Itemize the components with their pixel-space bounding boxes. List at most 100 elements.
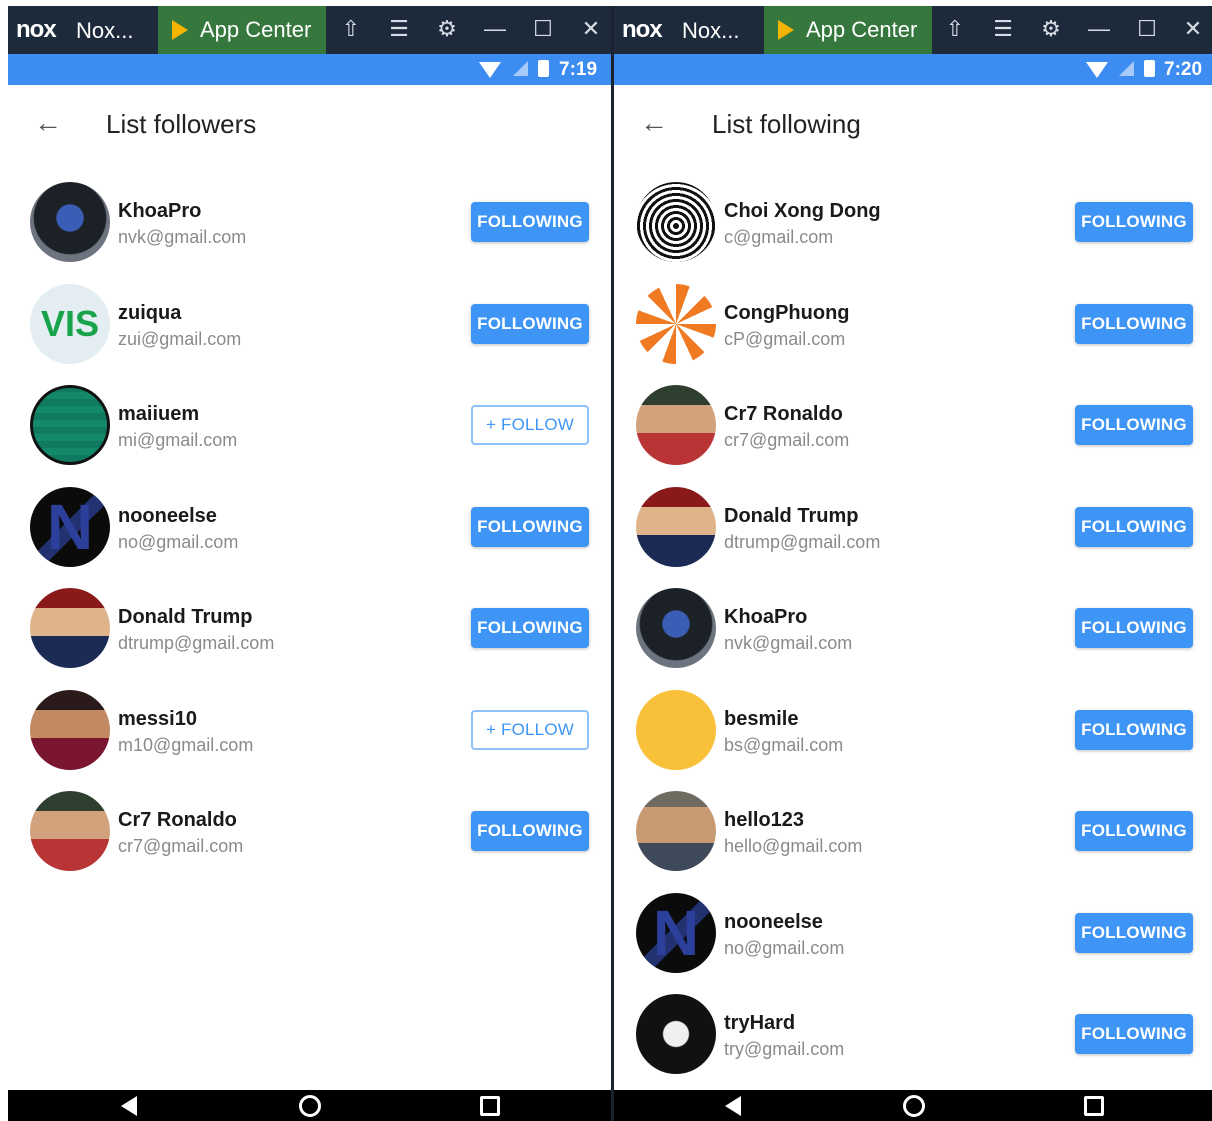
user-email: cr7@gmail.com bbox=[118, 836, 244, 856]
following-button[interactable]: FOLLOWING bbox=[471, 608, 589, 648]
list-item[interactable]: Donald Trump dtrump@gmail.com FOLLOWING bbox=[614, 470, 1212, 572]
nav-recent-icon[interactable] bbox=[480, 1096, 500, 1116]
followers-window: nox Nox... App Center ⇧ ☰ ⚙ — ☐ ✕ 7:19 ←… bbox=[8, 0, 611, 1121]
list-item[interactable]: Cr7 Ronaldo cr7@gmail.com FOLLOWING bbox=[8, 774, 611, 876]
avatar: N bbox=[30, 486, 110, 567]
user-name: KhoaPro bbox=[724, 606, 808, 628]
avatar bbox=[636, 182, 716, 262]
user-email: nvk@gmail.com bbox=[724, 633, 853, 653]
maximize-icon[interactable]: ☐ bbox=[530, 16, 556, 42]
user-email: m10@gmail.com bbox=[118, 734, 254, 755]
list-item[interactable]: Donald Trump dtrump@gmail.com FOLLOWING bbox=[8, 571, 611, 673]
play-store-icon bbox=[172, 20, 188, 40]
avatar-text: N bbox=[46, 490, 94, 563]
avatar bbox=[30, 791, 110, 871]
list-item[interactable]: tryHard try@gmail.com FOLLOWING bbox=[614, 977, 1212, 1079]
settings-icon[interactable]: ⚙ bbox=[434, 16, 460, 42]
menu-icon[interactable]: ☰ bbox=[990, 16, 1016, 42]
app-bar: ← List following bbox=[614, 85, 1212, 165]
window-name: Nox... bbox=[682, 18, 740, 43]
user-email: hello@gmail.com bbox=[724, 836, 863, 856]
minimize-icon[interactable]: — bbox=[482, 16, 508, 42]
minimize-icon[interactable]: — bbox=[1086, 16, 1112, 42]
shirt-icon[interactable]: ⇧ bbox=[942, 16, 968, 42]
user-name: maiiuem bbox=[118, 403, 200, 425]
app-center-label: App Center bbox=[200, 17, 312, 42]
close-icon[interactable]: ✕ bbox=[578, 16, 604, 42]
page-title: List following bbox=[712, 109, 861, 139]
following-button[interactable]: FOLLOWING bbox=[1075, 709, 1193, 750]
app-center-button[interactable]: App Center bbox=[764, 6, 932, 54]
following-button[interactable]: FOLLOWING bbox=[471, 506, 589, 547]
following-window: nox Nox... App Center ⇧ ☰ ⚙ — ☐ ✕ 7:20 ←… bbox=[614, 0, 1212, 1121]
user-name: besmile bbox=[724, 707, 799, 730]
following-button[interactable]: FOLLOWING bbox=[471, 811, 589, 851]
list-item[interactable]: KhoaPro nvk@gmail.com FOLLOWING bbox=[8, 165, 611, 267]
back-arrow-icon[interactable]: ← bbox=[640, 109, 668, 137]
list-item[interactable]: CongPhuong cP@gmail.com FOLLOWING bbox=[614, 267, 1212, 369]
list-item[interactable]: VIS zuiqua zui@gmail.com FOLLOWING bbox=[8, 267, 611, 369]
maximize-icon[interactable]: ☐ bbox=[1134, 16, 1160, 42]
user-name: hello123 bbox=[724, 809, 805, 831]
list-item[interactable]: messi10 m10@gmail.com + FOLLOW bbox=[8, 673, 611, 775]
android-nav-bar bbox=[614, 1090, 1212, 1121]
menu-icon[interactable]: ☰ bbox=[386, 16, 412, 42]
user-name: nooneelse bbox=[118, 504, 217, 527]
wifi-icon bbox=[1086, 62, 1108, 78]
user-name: messi10 bbox=[118, 707, 197, 730]
avatar-text: N bbox=[652, 896, 700, 969]
list-item[interactable]: Choi Xong Dong c@gmail.com FOLLOWING bbox=[614, 165, 1212, 267]
follow-button[interactable]: + FOLLOW bbox=[471, 405, 589, 445]
shirt-icon[interactable]: ⇧ bbox=[338, 16, 364, 42]
nav-back-icon[interactable] bbox=[725, 1096, 741, 1116]
nav-recent-icon[interactable] bbox=[1084, 1096, 1104, 1116]
avatar bbox=[30, 689, 110, 770]
list-item[interactable]: maiiuem mi@gmail.com + FOLLOW bbox=[8, 368, 611, 470]
user-name: zuiqua bbox=[118, 301, 182, 324]
avatar: N bbox=[636, 892, 716, 973]
follow-button[interactable]: + FOLLOW bbox=[471, 709, 589, 750]
following-button[interactable]: FOLLOWING bbox=[471, 303, 589, 344]
following-button[interactable]: FOLLOWING bbox=[1075, 303, 1193, 344]
following-button[interactable]: FOLLOWING bbox=[1075, 811, 1193, 851]
list-item[interactable]: hello123 hello@gmail.com FOLLOWING bbox=[614, 774, 1212, 876]
following-button[interactable]: FOLLOWING bbox=[1075, 1014, 1193, 1054]
nox-logo: nox bbox=[622, 16, 663, 43]
user-email: dtrump@gmail.com bbox=[724, 531, 881, 552]
status-bar: 7:20 bbox=[614, 54, 1212, 85]
user-name: KhoaPro bbox=[118, 200, 202, 222]
user-name: tryHard bbox=[724, 1012, 796, 1034]
window-name: Nox... bbox=[76, 18, 134, 43]
user-email: c@gmail.com bbox=[724, 227, 834, 247]
following-button[interactable]: FOLLOWING bbox=[471, 202, 589, 242]
list-item[interactable]: Cr7 Ronaldo cr7@gmail.com FOLLOWING bbox=[614, 368, 1212, 470]
list-item[interactable]: Nnooneelse no@gmail.com FOLLOWING bbox=[614, 876, 1212, 978]
following-button[interactable]: FOLLOWING bbox=[1075, 912, 1193, 953]
app-bar: ← List followers bbox=[8, 85, 611, 165]
avatar: VIS bbox=[30, 283, 110, 364]
list-item[interactable]: besmile bs@gmail.com FOLLOWING bbox=[614, 673, 1212, 775]
user-name: nooneelse bbox=[724, 910, 823, 933]
user-email: nvk@gmail.com bbox=[118, 227, 247, 247]
back-arrow-icon[interactable]: ← bbox=[34, 109, 62, 137]
avatar bbox=[30, 182, 110, 262]
following-list: Choi Xong Dong c@gmail.com FOLLOWING CongPh… bbox=[614, 165, 1212, 1079]
following-button[interactable]: FOLLOWING bbox=[1075, 608, 1193, 648]
nav-home-icon[interactable] bbox=[299, 1095, 321, 1117]
close-icon[interactable]: ✕ bbox=[1180, 16, 1206, 42]
list-item[interactable]: Nnooneelse no@gmail.com FOLLOWING bbox=[8, 470, 611, 572]
list-item[interactable]: KhoaPro nvk@gmail.com FOLLOWING bbox=[614, 571, 1212, 673]
nav-back-icon[interactable] bbox=[121, 1096, 137, 1116]
status-bar: 7:19 bbox=[8, 54, 611, 85]
status-time: 7:19 bbox=[559, 59, 598, 80]
following-button[interactable]: FOLLOWING bbox=[1075, 405, 1193, 445]
app-center-button[interactable]: App Center bbox=[158, 6, 326, 54]
user-email: bs@gmail.com bbox=[724, 734, 844, 755]
nav-home-icon[interactable] bbox=[903, 1095, 925, 1117]
settings-icon[interactable]: ⚙ bbox=[1038, 16, 1064, 42]
following-button[interactable]: FOLLOWING bbox=[1075, 202, 1193, 242]
following-button[interactable]: FOLLOWING bbox=[1075, 506, 1193, 547]
app-center-label: App Center bbox=[806, 17, 918, 42]
user-name: CongPhuong bbox=[724, 301, 850, 324]
user-email: zui@gmail.com bbox=[118, 328, 242, 349]
